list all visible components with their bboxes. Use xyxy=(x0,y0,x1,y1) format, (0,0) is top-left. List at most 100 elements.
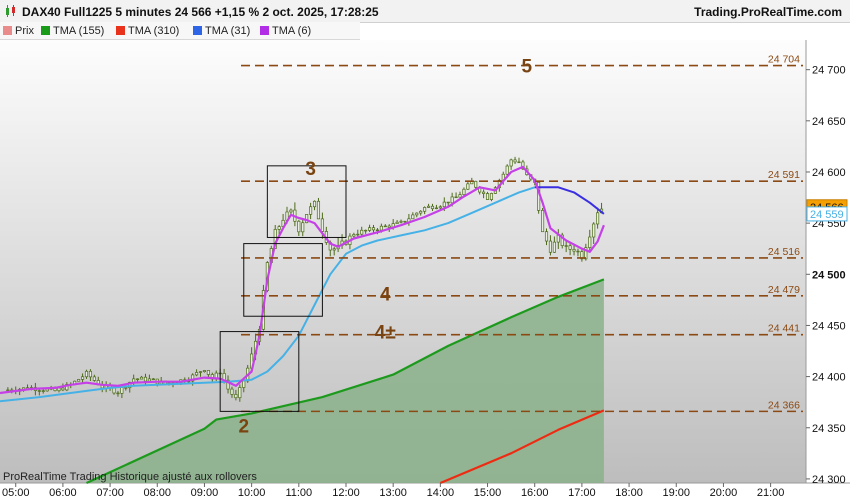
price-bar-body xyxy=(364,229,368,232)
price-bar-body xyxy=(195,372,199,376)
price-bar-body xyxy=(316,200,321,220)
price-bar-body xyxy=(513,159,517,163)
price-bar-body xyxy=(564,245,568,247)
price-bar-body xyxy=(423,207,427,212)
price-bar-body xyxy=(234,394,238,399)
x-tick-label: 14:00 xyxy=(427,487,455,499)
price-bar-body xyxy=(395,221,399,224)
price-bar-body xyxy=(151,378,155,381)
price-bar-body xyxy=(88,370,92,378)
price-bar-body xyxy=(301,222,305,233)
price-bar-body xyxy=(403,220,407,223)
x-tick-label: 06:00 xyxy=(49,487,77,499)
price-bar-body xyxy=(458,194,462,198)
price-bar-body xyxy=(37,390,41,392)
price-bar-body xyxy=(120,387,124,394)
y-tick-label: 24 600 xyxy=(812,167,846,179)
price-bar-body xyxy=(505,165,509,175)
price-bar-body xyxy=(230,388,234,395)
y-tick-label: 24 650 xyxy=(812,116,846,128)
badge-label: 24 559 xyxy=(810,209,844,221)
price-bar-body xyxy=(41,390,45,392)
price-bar-body xyxy=(446,201,450,204)
price-bar-body xyxy=(116,392,120,395)
price-axis-panel xyxy=(806,40,850,483)
level-label: 24 366 xyxy=(768,399,800,411)
price-bar-body xyxy=(320,218,324,232)
price-chart[interactable]: 24 704 24 591 24 516 24 479 24 441 24 366 5 3 4… xyxy=(0,0,850,500)
price-bar-body xyxy=(462,188,466,196)
x-tick-label: 19:00 xyxy=(662,487,690,499)
price-bar-body xyxy=(375,229,379,232)
price-bar-body xyxy=(454,196,458,199)
price-bar-body xyxy=(61,387,65,391)
price-bar-body xyxy=(466,183,470,190)
x-tick-label: 15:00 xyxy=(474,487,502,499)
price-bar-body xyxy=(548,240,552,253)
price-bar-body xyxy=(379,225,383,231)
price-bar-body xyxy=(81,376,85,380)
price-bar-body xyxy=(312,200,317,208)
y-tick-label: 24 450 xyxy=(812,320,846,332)
price-bar-body xyxy=(139,376,144,380)
wave-count-label: 4 xyxy=(380,285,391,306)
price-bar-body xyxy=(572,248,576,252)
price-bar-body xyxy=(332,248,336,251)
y-tick-label: 24 350 xyxy=(812,423,846,435)
price-bar-body xyxy=(383,225,387,228)
price-bar-body xyxy=(509,159,513,167)
level-label: 24 704 xyxy=(768,54,800,66)
price-bar-body xyxy=(387,225,391,228)
price-bar-body xyxy=(6,389,10,392)
level-label: 24 516 xyxy=(768,246,800,258)
level-label: 24 591 xyxy=(768,169,800,181)
x-tick-label: 10:00 xyxy=(238,487,266,499)
price-bar-body xyxy=(411,214,415,220)
price-bar-body xyxy=(438,206,442,209)
price-bar-body xyxy=(474,180,478,188)
footnote: ProRealTime Trading Historique ajusté au… xyxy=(3,471,257,483)
chart-window: DAX40 Full1225 5 minutes 24 566 +1,15 % … xyxy=(0,0,850,500)
price-bar-body xyxy=(136,378,140,381)
level-label: 24 479 xyxy=(768,284,800,296)
price-bar-body xyxy=(489,193,494,200)
price-bar-body xyxy=(552,241,556,253)
wave-count-label: 5 xyxy=(522,57,533,78)
price-bar-body xyxy=(309,206,313,215)
price-bar-body xyxy=(143,376,148,382)
price-bar-body xyxy=(485,193,490,200)
price-bar-body xyxy=(442,201,446,208)
x-tick-label: 21:00 xyxy=(757,487,785,499)
price-bar-body xyxy=(368,227,372,231)
price-bar-body xyxy=(198,371,203,373)
x-tick-label: 16:00 xyxy=(521,487,549,499)
price-bar-body xyxy=(541,210,545,233)
price-bar-body xyxy=(352,234,356,237)
price-bar-body xyxy=(434,207,438,210)
x-tick-label: 18:00 xyxy=(615,487,643,499)
price-bar-body xyxy=(360,229,364,235)
x-tick-label: 11:00 xyxy=(285,487,312,499)
price-bar-body xyxy=(202,370,206,373)
price-bar-body xyxy=(568,245,572,250)
price-bar-body xyxy=(415,212,419,216)
x-tick-label: 09:00 xyxy=(191,487,219,499)
y-tick-label: 24 400 xyxy=(812,372,846,384)
price-bar-body xyxy=(84,370,89,378)
x-tick-label: 13:00 xyxy=(379,487,407,499)
x-tick-label: 07:00 xyxy=(96,487,124,499)
price-bar-body xyxy=(289,209,293,213)
y-tick-label: 24 300 xyxy=(812,474,846,486)
price-bar-body xyxy=(57,387,61,392)
price-bar-body xyxy=(297,220,301,233)
x-tick-label: 17:00 xyxy=(568,487,596,499)
price-bar-body xyxy=(238,387,242,399)
price-bar-body xyxy=(356,233,360,236)
price-bar-body xyxy=(77,379,81,382)
price-bar-body xyxy=(92,376,96,381)
price-bar-body xyxy=(242,380,246,388)
price-bar-body xyxy=(399,220,403,223)
y-tick-label: 24 700 xyxy=(812,65,846,77)
price-bar-body xyxy=(482,191,486,194)
price-bar-body xyxy=(371,227,376,231)
